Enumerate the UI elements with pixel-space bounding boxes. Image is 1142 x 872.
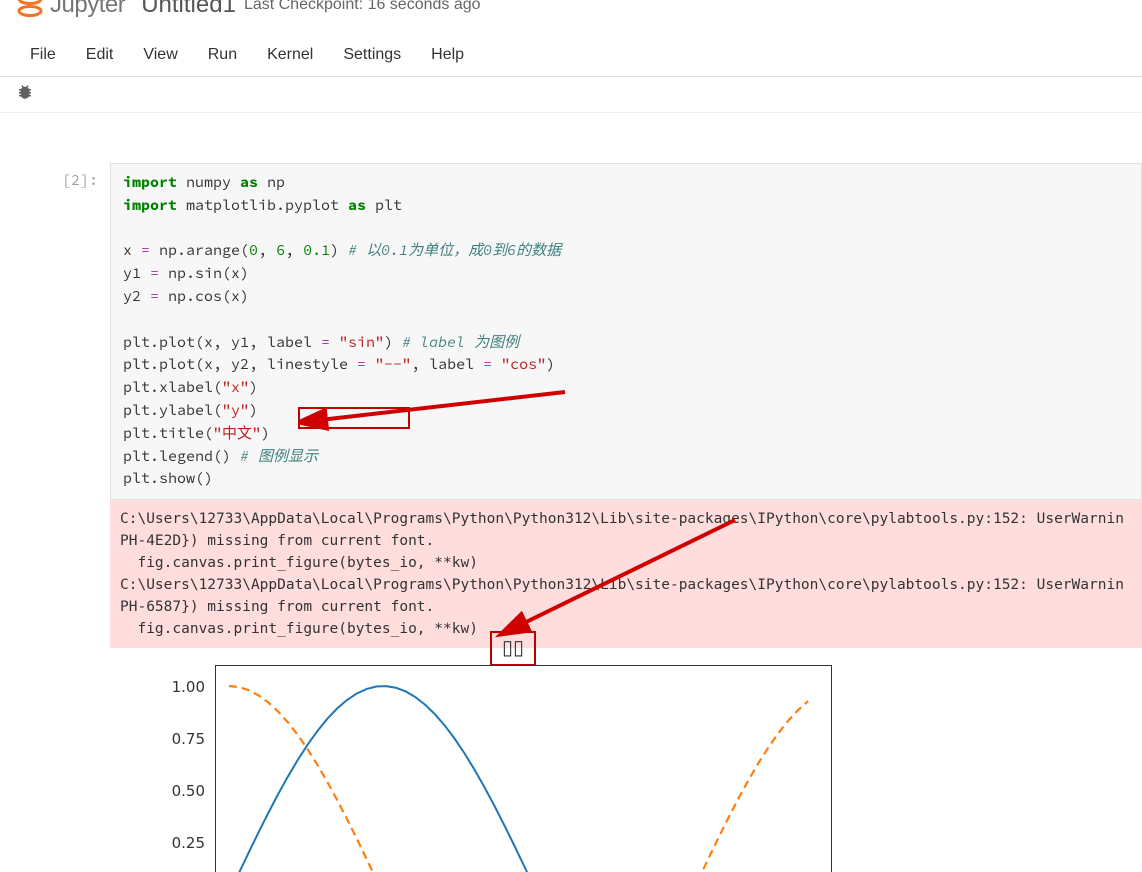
menu-run[interactable]: Run (194, 40, 251, 70)
ytick-1.00: 1.00 (155, 678, 205, 696)
code-cell[interactable]: [2]: import numpy as np import matplotli… (14, 163, 1142, 500)
ytick-0.75: 0.75 (155, 730, 205, 748)
menu-file[interactable]: File (16, 40, 70, 70)
menu-edit[interactable]: Edit (72, 40, 128, 70)
code-editor[interactable]: import numpy as np import matplotlib.pyp… (110, 163, 1142, 500)
logo-text: Jupyter (50, 0, 125, 19)
app-header: Jupyter Untitled1 Last Checkpoint: 16 se… (0, 0, 1142, 20)
menu-kernel[interactable]: Kernel (253, 40, 327, 70)
notebook: [2]: import numpy as np import matplotli… (14, 163, 1142, 648)
jupyter-icon (16, 0, 44, 19)
cell-prompt: [2]: (14, 163, 110, 500)
menubar: File Edit View Run Kernel Settings Help (0, 34, 1142, 77)
output-cell: C:\Users\12733\AppData\Local\Programs\Py… (14, 500, 1142, 648)
checkpoint-label: Last Checkpoint: 16 seconds ago (244, 0, 481, 14)
debug-icon[interactable] (16, 83, 34, 106)
menu-settings[interactable]: Settings (329, 40, 415, 70)
ytick-0.50: 0.50 (155, 782, 205, 800)
plot-title-missing-glyphs: ▯▯ (490, 631, 536, 666)
menu-view[interactable]: View (129, 40, 191, 70)
logo: Jupyter (16, 0, 125, 19)
ytick-0.25: 0.25 (155, 834, 205, 852)
plot-curves (215, 665, 832, 872)
toolbar (0, 77, 1142, 113)
menu-help[interactable]: Help (417, 40, 478, 70)
document-title[interactable]: Untitled1 (141, 0, 236, 19)
warning-output: C:\Users\12733\AppData\Local\Programs\Py… (110, 500, 1142, 648)
